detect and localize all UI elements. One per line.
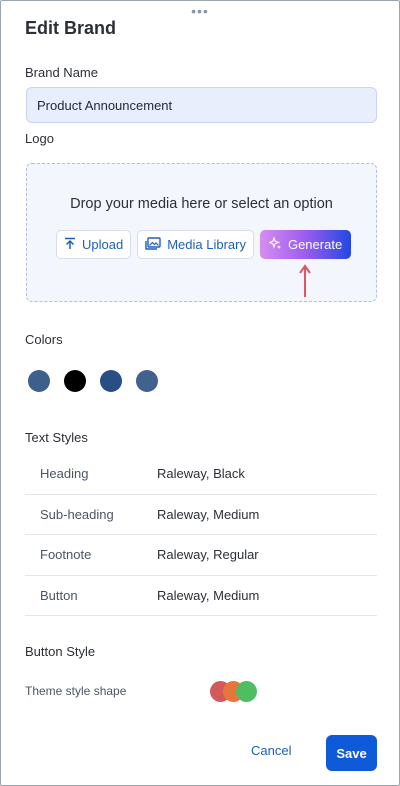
- color-swatches: [28, 370, 158, 392]
- theme-style-shape-label: Theme style shape: [25, 684, 127, 698]
- media-library-icon: [145, 236, 161, 253]
- table-row[interactable]: Heading Raleway, Black: [25, 454, 377, 495]
- sparkle-icon: [267, 235, 282, 253]
- style-name: Footnote: [40, 547, 92, 563]
- colors-label: Colors: [25, 332, 63, 347]
- generate-button[interactable]: Generate: [259, 230, 352, 259]
- text-styles-table: Heading Raleway, Black Sub-heading Ralew…: [25, 454, 377, 616]
- table-row[interactable]: Sub-heading Raleway, Medium: [25, 495, 377, 535]
- style-value: Raleway, Black: [157, 466, 245, 482]
- save-button[interactable]: Save: [326, 735, 377, 771]
- up-arrow-icon: [299, 264, 311, 297]
- style-name: Button: [40, 587, 78, 603]
- text-styles-label: Text Styles: [25, 430, 88, 445]
- color-swatch[interactable]: [100, 370, 122, 392]
- color-swatch[interactable]: [28, 370, 50, 392]
- brand-name-input[interactable]: [26, 87, 377, 123]
- brand-name-label: Brand Name: [25, 65, 98, 80]
- panel-title: Edit Brand: [25, 18, 117, 38]
- upload-button[interactable]: Upload: [56, 230, 132, 259]
- color-swatch[interactable]: [136, 370, 158, 392]
- color-swatch[interactable]: [64, 370, 86, 392]
- table-row[interactable]: Button Raleway, Medium: [25, 576, 377, 616]
- style-value: Raleway, Medium: [157, 506, 260, 522]
- theme-shape-dot: [236, 681, 257, 702]
- theme-shape-selector[interactable]: [210, 681, 260, 702]
- logo-options: Upload Media Library Generate: [56, 230, 352, 259]
- cancel-button[interactable]: Cancel: [251, 743, 291, 758]
- upload-icon: [64, 237, 76, 253]
- style-name: Sub-heading: [40, 506, 114, 522]
- logo-label: Logo: [25, 131, 54, 146]
- style-value: Raleway, Regular: [157, 547, 259, 563]
- media-library-button[interactable]: Media Library: [137, 230, 254, 259]
- media-library-label: Media Library: [167, 237, 246, 252]
- style-value: Raleway, Medium: [157, 587, 260, 603]
- edit-brand-panel: ••• Edit Brand Brand Name Logo Drop your…: [0, 0, 400, 786]
- upload-label: Upload: [82, 237, 124, 252]
- logo-dropzone[interactable]: Drop your media here or select an option…: [26, 163, 377, 302]
- style-name: Heading: [40, 466, 89, 482]
- dropzone-text: Drop your media here or select an option: [70, 196, 333, 212]
- generate-label: Generate: [287, 237, 343, 252]
- drag-handle-icon[interactable]: •••: [191, 4, 209, 18]
- button-style-label: Button Style: [25, 644, 96, 659]
- table-row[interactable]: Footnote Raleway, Regular: [25, 535, 377, 576]
